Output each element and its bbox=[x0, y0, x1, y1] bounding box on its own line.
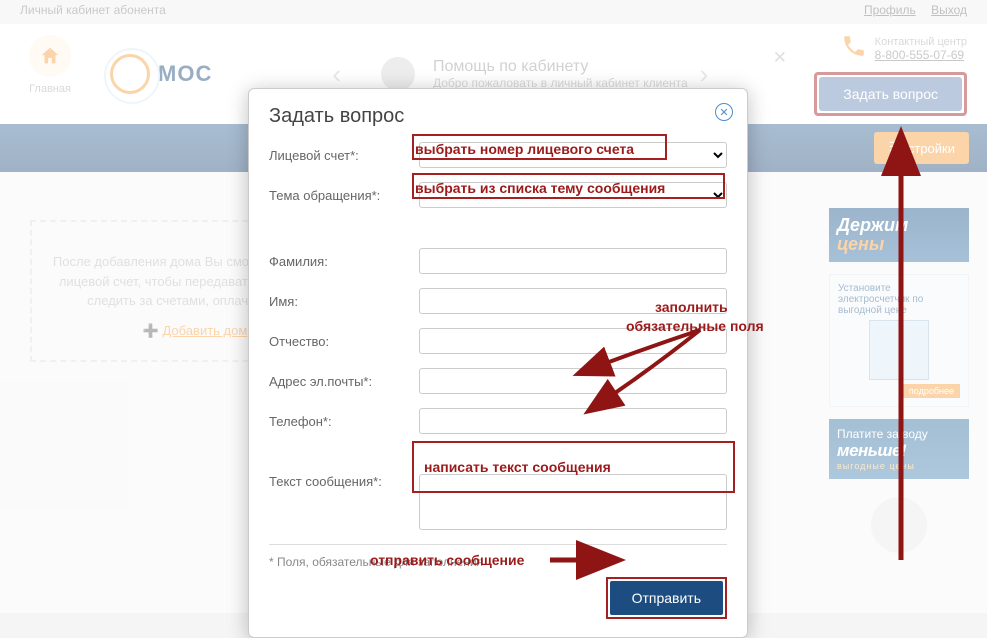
logo: МОС bbox=[110, 54, 212, 94]
contact-phone[interactable]: 8-800-555-07-69 bbox=[875, 48, 967, 62]
ask-question-modal: Задать вопрос ✕ Лицевой счет*: Тема обра… bbox=[248, 88, 748, 638]
settings-button[interactable]: стройки bbox=[874, 132, 969, 164]
account-label: Лицевой счет*: bbox=[269, 148, 419, 163]
logo-text: МОС bbox=[158, 61, 212, 87]
email-label: Адрес эл.почты*: bbox=[269, 374, 419, 389]
modal-title: Задать вопрос bbox=[269, 105, 727, 128]
logo-mark-icon bbox=[110, 54, 150, 94]
add-home-link[interactable]: Добавить дом bbox=[162, 323, 247, 338]
sliders-icon bbox=[888, 140, 902, 157]
lastname-label: Фамилия: bbox=[269, 254, 419, 269]
phone-icon bbox=[841, 33, 867, 66]
help-title: Помощь по кабинету bbox=[433, 58, 688, 76]
submit-button[interactable]: Отправить bbox=[610, 581, 723, 615]
ad-meter[interactable]: Установите электросчетчик по выгодной це… bbox=[829, 274, 969, 407]
firstname-input[interactable] bbox=[419, 288, 727, 314]
help-info-icon bbox=[381, 57, 415, 91]
profile-link[interactable]: Профиль bbox=[864, 3, 916, 17]
chevron-left-icon[interactable]: ‹ bbox=[332, 59, 341, 90]
message-textarea[interactable] bbox=[419, 474, 727, 530]
ask-question-button[interactable]: Задать вопрос bbox=[819, 77, 962, 111]
topic-label: Тема обращения*: bbox=[269, 188, 419, 203]
email-input[interactable] bbox=[419, 368, 727, 394]
home-tile[interactable]: Главная bbox=[20, 35, 80, 113]
modal-close-button[interactable]: ✕ bbox=[715, 103, 733, 121]
required-footnote: * Поля, обязательные для заполнения bbox=[269, 544, 727, 569]
page-title: Личный кабинет абонента bbox=[20, 3, 166, 21]
contact-label: Контактный центр bbox=[875, 36, 967, 48]
account-select[interactable] bbox=[419, 142, 727, 168]
chevron-right-icon[interactable]: › bbox=[700, 59, 709, 90]
ad-placeholder bbox=[829, 491, 969, 561]
close-icon[interactable]: ✕ bbox=[773, 48, 787, 68]
message-label: Текст сообщения*: bbox=[269, 474, 419, 489]
phone-label: Телефон*: bbox=[269, 414, 419, 429]
patronymic-label: Отчество: bbox=[269, 334, 419, 349]
ad-prices[interactable]: Держимцены bbox=[829, 208, 969, 262]
plus-icon: ➕ bbox=[143, 323, 159, 338]
meter-icon bbox=[869, 320, 929, 380]
firstname-label: Имя: bbox=[269, 294, 419, 309]
home-label: Главная bbox=[29, 83, 71, 95]
phone-input[interactable] bbox=[419, 408, 727, 434]
topic-select[interactable] bbox=[419, 182, 727, 208]
ad-water[interactable]: Платите за воду меньше! выгодные цены bbox=[829, 419, 969, 479]
logout-link[interactable]: Выход bbox=[931, 3, 967, 17]
home-icon bbox=[29, 35, 71, 77]
patronymic-input[interactable] bbox=[419, 328, 727, 354]
lastname-input[interactable] bbox=[419, 248, 727, 274]
